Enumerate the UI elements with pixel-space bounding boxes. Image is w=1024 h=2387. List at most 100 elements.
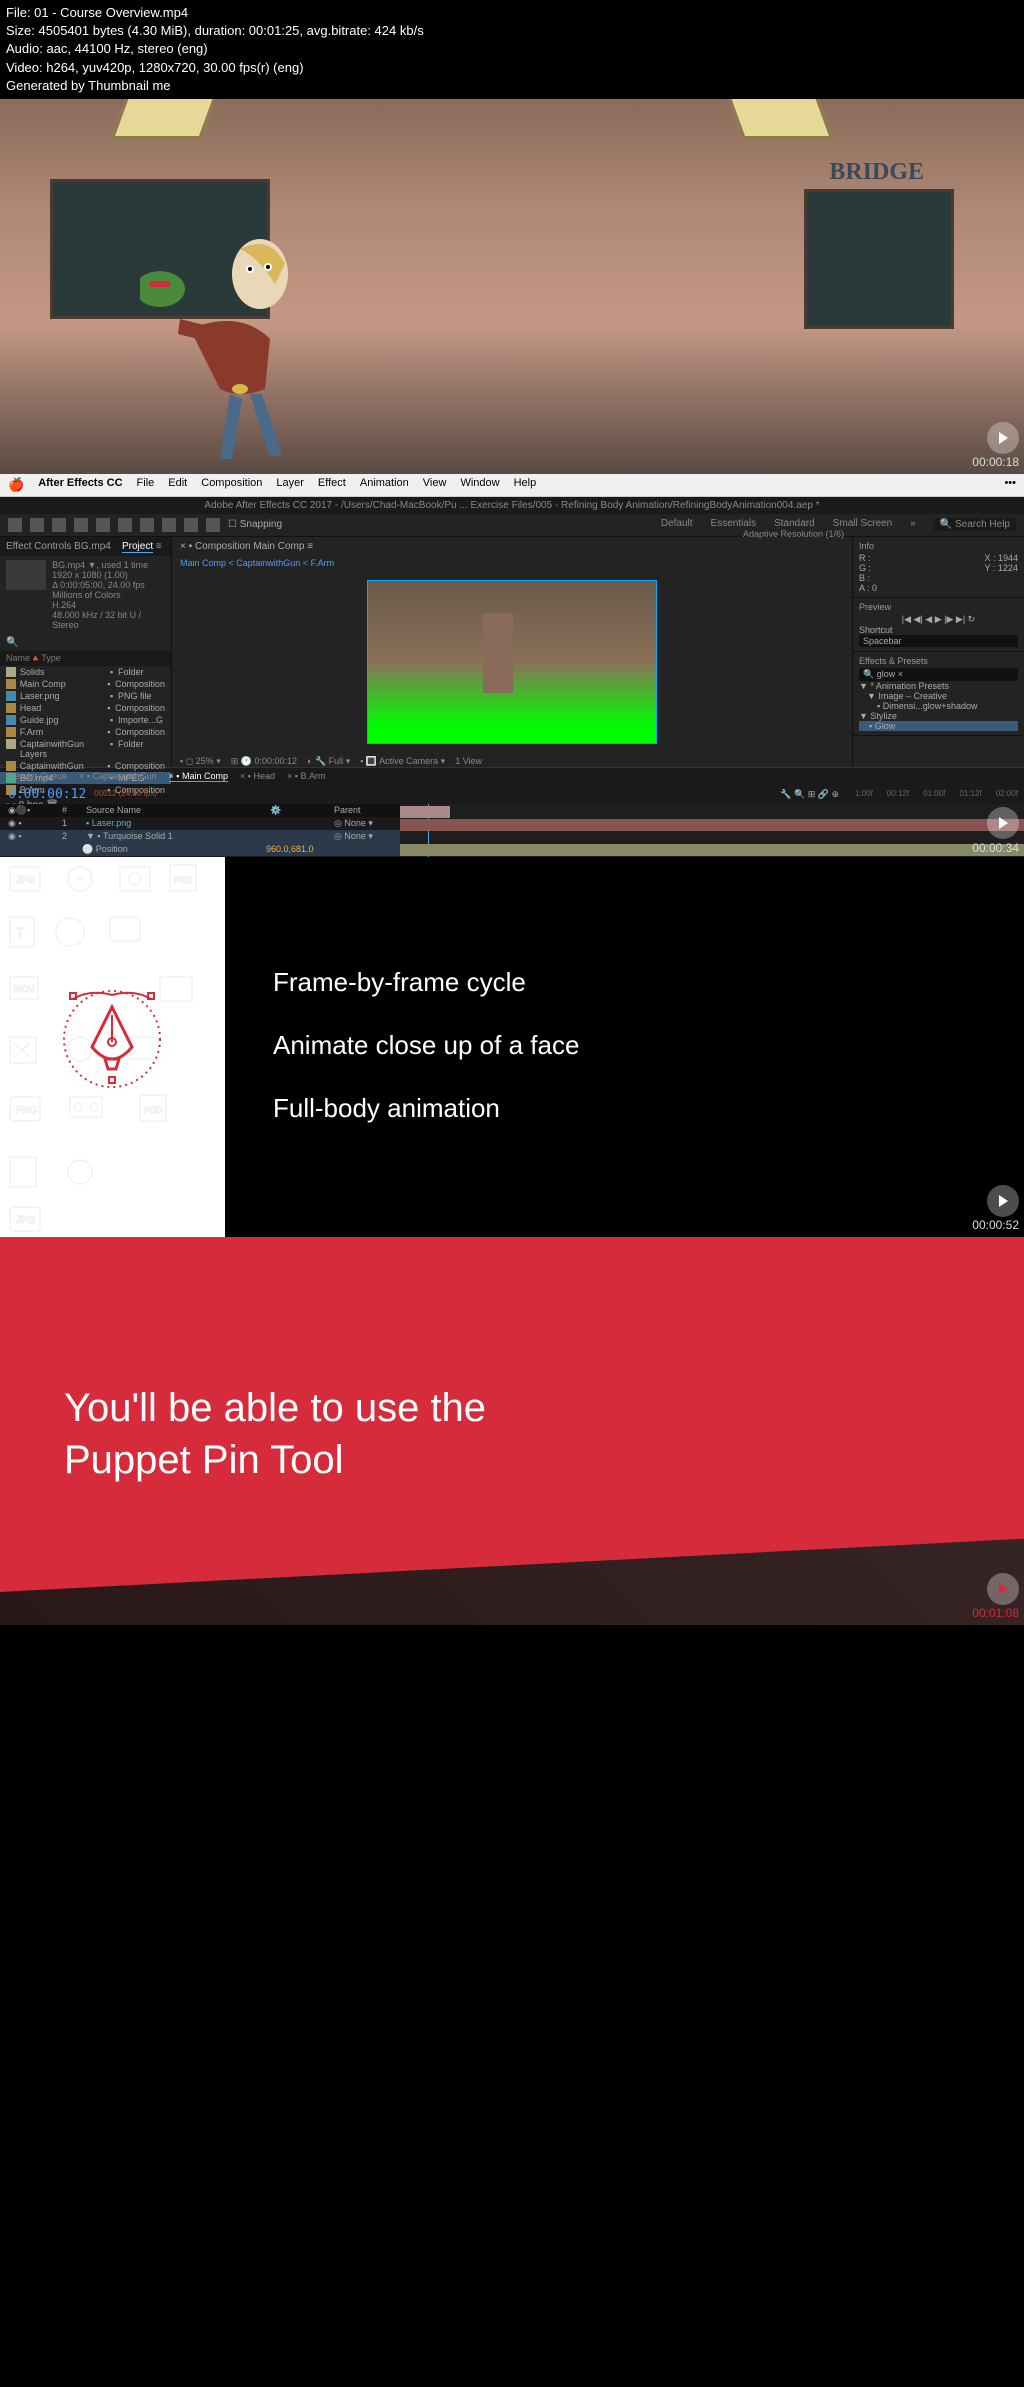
menu-composition[interactable]: Composition — [201, 477, 262, 493]
info-x: X : 1944 — [984, 553, 1018, 563]
menu-window[interactable]: Window — [460, 477, 499, 493]
timestamp: 00:01:08 — [972, 1606, 1019, 1620]
pen-tool-icon[interactable] — [162, 518, 176, 532]
comp-viewer[interactable] — [367, 580, 657, 744]
play-overlay-icon[interactable] — [987, 1573, 1019, 1605]
info-b: B : — [859, 573, 877, 583]
shape-tool-icon[interactable] — [140, 518, 154, 532]
resolution[interactable]: Full — [329, 756, 344, 766]
menu-help[interactable]: Help — [514, 477, 537, 493]
file-line: File: 01 - Course Overview.mp4 — [6, 4, 1018, 22]
view-count[interactable]: 1 View — [455, 756, 482, 767]
menu-animation[interactable]: Animation — [360, 477, 409, 493]
zoom-level[interactable]: 25% — [196, 756, 214, 766]
ae-toolbar[interactable]: ☐ Snapping Default Essentials Standard S… — [0, 514, 1024, 537]
snapping-label[interactable]: Snapping — [240, 519, 282, 530]
list-item: Laser.png▪PNG file — [0, 690, 171, 702]
effect-controls-tab[interactable]: Effect Controls BG.mp4 — [6, 541, 111, 552]
image-creative[interactable]: Image – Creative — [878, 691, 947, 701]
size-line: Size: 4505401 bytes (4.30 MiB), duration… — [6, 22, 1018, 40]
col-name[interactable]: Name — [6, 653, 30, 664]
list-item: Guide.jpg▪Importe...G — [0, 714, 171, 726]
apple-icon[interactable]: 🍎 — [8, 477, 24, 493]
svg-text:PSD: PSD — [144, 1105, 163, 1115]
dimensions-preset[interactable]: Dimensi...glow+shadow — [883, 701, 978, 711]
proj-name: BG.mp4 ▼, used 1 time — [52, 560, 165, 570]
tab-main-comp[interactable]: Main Comp — [182, 771, 228, 781]
list-item: CaptainwithGun Layers▪Folder — [0, 738, 171, 760]
anim-presets[interactable]: * Animation Presets — [870, 681, 949, 691]
list-item: Solids▪Folder — [0, 666, 171, 678]
project-panel[interactable]: Effect Controls BG.mp4 Project ≡ BG.mp4 … — [0, 537, 172, 767]
timeline-time[interactable]: 0:00:00:12 — [0, 785, 94, 804]
tab-captain[interactable]: CaptainwithGun — [93, 771, 157, 781]
selection-tool-icon[interactable] — [8, 518, 22, 532]
menu-file[interactable]: File — [137, 477, 155, 493]
svg-text:T: T — [16, 924, 25, 940]
glow-effect[interactable]: Glow — [875, 721, 896, 731]
stylize[interactable]: Stylize — [870, 711, 897, 721]
proj-dur: Δ 0:00:05:00, 24.00 fps — [52, 580, 165, 590]
ae-titlebar: Adobe After Effects CC 2017 - /Users/Cha… — [0, 497, 1024, 514]
proj-codec: H.264 — [52, 600, 165, 610]
play-overlay-icon[interactable] — [987, 422, 1019, 454]
play-overlay-icon[interactable] — [987, 1185, 1019, 1217]
list-item: Head▪Composition — [0, 702, 171, 714]
play-overlay-icon[interactable] — [987, 807, 1019, 839]
active-camera[interactable]: Active Camera — [379, 756, 438, 766]
zoom-tool-icon[interactable] — [52, 518, 66, 532]
camera-tool-icon[interactable] — [96, 518, 110, 532]
info-g: G : — [859, 563, 877, 573]
thumbnail-frame-3: JPG PSD T MOV PNG PSD JPG — [0, 857, 1024, 1237]
tab-barm[interactable]: B.Arm — [300, 771, 325, 781]
ceiling-light — [725, 99, 833, 139]
effects-panel-header[interactable]: Effects & Presets — [859, 656, 1018, 666]
col-source[interactable]: Source Name — [86, 805, 266, 815]
effects-search[interactable]: glow — [877, 669, 896, 679]
slide-line-1: Frame-by-frame cycle — [273, 967, 976, 998]
tab-render-queue[interactable]: Render Queue — [8, 771, 67, 782]
workspace-default[interactable]: Default — [661, 518, 693, 531]
menu-layer[interactable]: Layer — [276, 477, 304, 493]
text-tool-icon[interactable] — [184, 518, 198, 532]
preview-panel-header[interactable]: Preview — [859, 602, 1018, 612]
ceiling-light — [111, 99, 219, 139]
comp-breadcrumb[interactable]: Main Comp < CaptainwithGun < F.Arm — [172, 556, 852, 570]
menu-effect[interactable]: Effect — [318, 477, 346, 493]
right-panels[interactable]: Info R : G : B : A : 0 X : 1944 Y : 1224… — [852, 537, 1024, 767]
col-type[interactable]: Type — [41, 653, 61, 664]
timeline-layer: ◉ ▪2▼ ▪ Turquoise Solid 1◎ None ▾ — [0, 830, 400, 843]
tab-head[interactable]: Head — [253, 771, 275, 781]
headline-line-2: Puppet Pin Tool — [64, 1434, 486, 1486]
hand-tool-icon[interactable] — [30, 518, 44, 532]
rotate-tool-icon[interactable] — [74, 518, 88, 532]
viewer-time: 0:00:00:12 — [254, 756, 297, 766]
cartoon-character — [140, 209, 360, 469]
comp-tab[interactable]: Composition Main Comp — [195, 541, 305, 552]
info-panel-header[interactable]: Info — [859, 541, 1018, 551]
mac-menubar[interactable]: 🍎 After Effects CC File Edit Composition… — [0, 474, 1024, 497]
headline-line-1: You'll be able to use the — [64, 1382, 486, 1434]
slide-line-2: Animate close up of a face — [273, 1030, 976, 1061]
timeline-layer: ◉ ▪1▪ Laser.png◎ None ▾ — [0, 817, 400, 830]
project-tab[interactable]: Project — [122, 541, 153, 553]
bg-door — [804, 189, 954, 329]
app-name[interactable]: After Effects CC — [38, 477, 122, 493]
slide-headline: You'll be able to use the Puppet Pin Too… — [64, 1382, 486, 1486]
info-r: R : — [859, 553, 877, 563]
shortcut-label: Shortcut — [859, 625, 1018, 635]
file-info-header: File: 01 - Course Overview.mp4 Size: 450… — [0, 0, 1024, 99]
pan-tool-icon[interactable] — [118, 518, 132, 532]
bridge-sign: BRIDGE — [829, 159, 924, 186]
svg-text:PSD: PSD — [174, 875, 193, 885]
col-parent[interactable]: Parent — [334, 805, 361, 815]
composition-panel[interactable]: × ▪ Composition Main Comp ≡ Main Comp < … — [172, 537, 852, 767]
search-help[interactable]: 🔍 Search Help — [934, 518, 1016, 531]
thumbnail-frame-4: You'll be able to use the Puppet Pin Too… — [0, 1237, 1024, 1625]
brush-tool-icon[interactable] — [206, 518, 220, 532]
menu-view[interactable]: View — [423, 477, 447, 493]
timestamp: 00:00:34 — [972, 841, 1019, 855]
shortcut-value[interactable]: Spacebar — [859, 635, 1018, 647]
menu-edit[interactable]: Edit — [168, 477, 187, 493]
info-y: Y : 1224 — [984, 563, 1018, 573]
